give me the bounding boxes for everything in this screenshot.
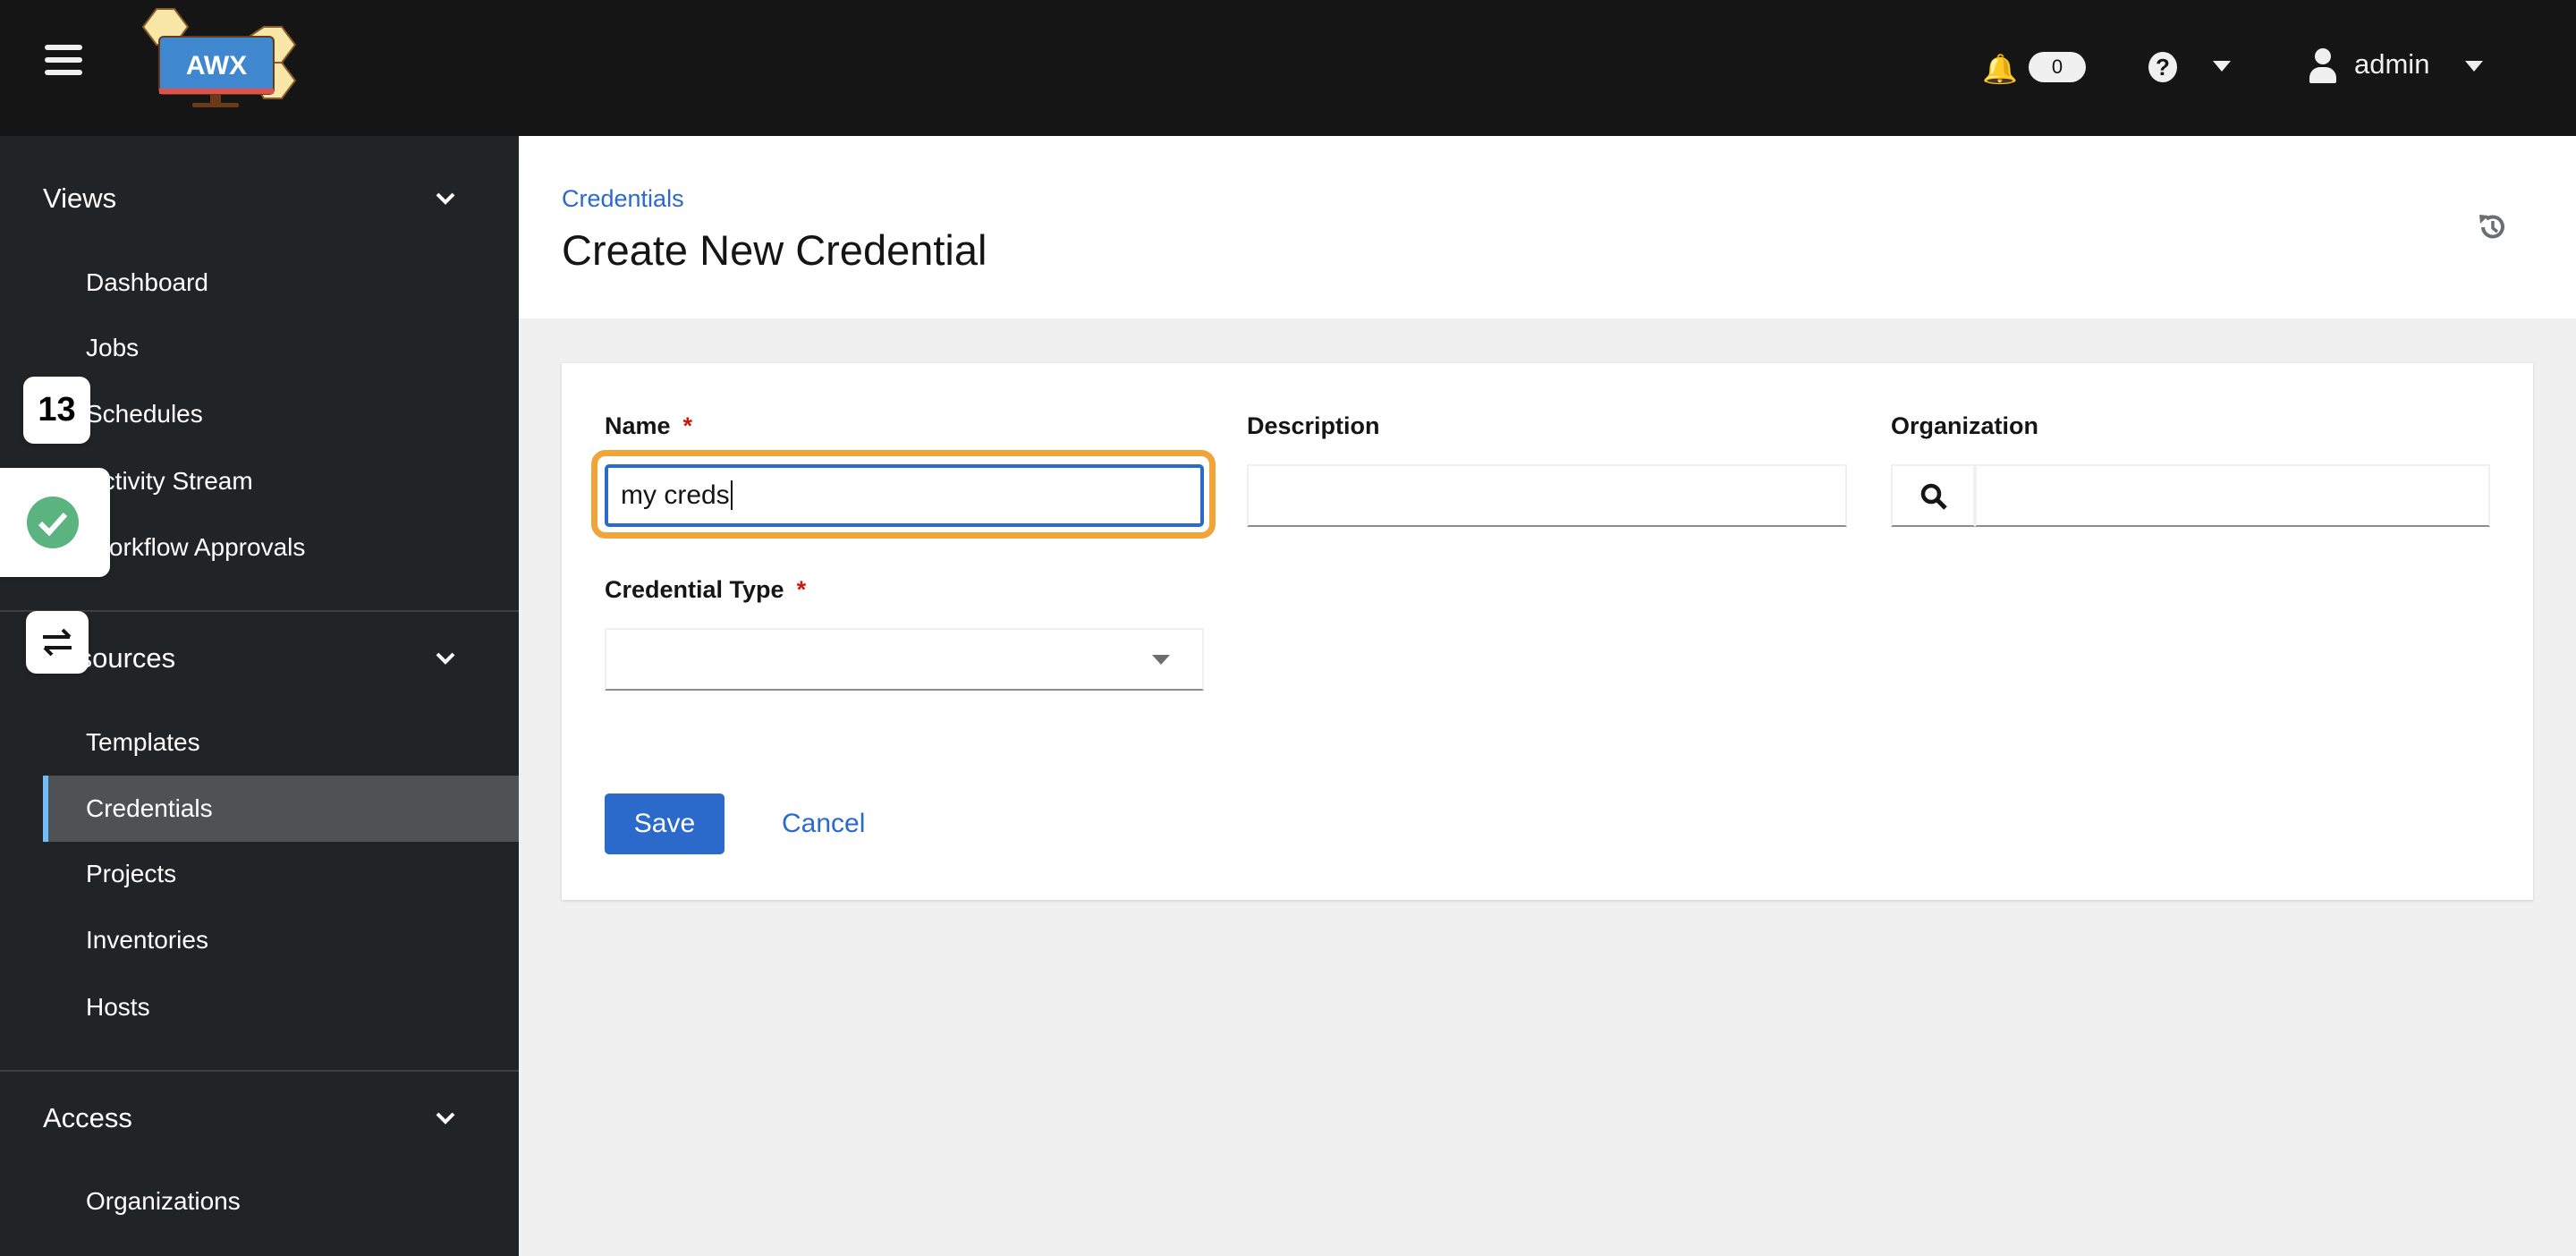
logo-text: AWX bbox=[186, 51, 247, 81]
notification-badge[interactable]: 0 bbox=[2029, 52, 2086, 82]
username[interactable]: admin bbox=[2354, 48, 2429, 81]
search-icon bbox=[1920, 483, 1947, 510]
breadcrumb-credentials[interactable]: Credentials bbox=[562, 185, 684, 213]
history-icon[interactable] bbox=[2476, 211, 2508, 243]
organization-input[interactable] bbox=[1975, 464, 2490, 527]
success-overlay[interactable] bbox=[0, 468, 110, 577]
save-button[interactable]: Save bbox=[605, 793, 724, 854]
credential-form-card: Name * my creds Description Organization … bbox=[562, 363, 2533, 900]
sidebar-nav: Views Dashboard Jobs Schedules Activity … bbox=[0, 136, 519, 1256]
user-icon[interactable] bbox=[2309, 48, 2336, 84]
sidebar-section-access[interactable]: Access bbox=[43, 1102, 132, 1134]
awx-logo[interactable]: AWX bbox=[125, 4, 313, 130]
organization-lookup-button[interactable] bbox=[1891, 464, 1975, 527]
top-bar: AWX 🔔 0 ? admin bbox=[0, 0, 2576, 136]
sidebar-item-schedules[interactable]: Schedules bbox=[86, 396, 203, 432]
sidebar-item-projects[interactable]: Projects bbox=[86, 856, 176, 892]
sidebar-item-activity-stream[interactable]: Activity Stream bbox=[86, 463, 253, 499]
organization-label: Organization bbox=[1891, 412, 2039, 439]
help-dropdown-caret-icon[interactable] bbox=[2213, 61, 2231, 72]
counter-overlay[interactable]: 13 bbox=[23, 377, 90, 444]
sidebar-section-views[interactable]: Views bbox=[43, 182, 116, 215]
hamburger-menu-icon[interactable] bbox=[45, 45, 82, 75]
swap-overlay[interactable] bbox=[26, 611, 89, 674]
sidebar-item-organizations[interactable]: Organizations bbox=[86, 1184, 241, 1219]
credential-type-label: Credential Type * bbox=[605, 576, 807, 603]
sidebar-item-credentials[interactable]: Credentials bbox=[86, 791, 213, 827]
chevron-down-icon[interactable] bbox=[433, 1106, 458, 1131]
sidebar-item-dashboard[interactable]: Dashboard bbox=[86, 265, 208, 301]
caret-down-icon bbox=[1152, 655, 1170, 665]
description-label: Description bbox=[1247, 412, 1380, 439]
name-input[interactable]: my creds bbox=[605, 464, 1204, 527]
sidebar-item-hosts[interactable]: Hosts bbox=[86, 989, 150, 1025]
sidebar-divider bbox=[0, 1070, 519, 1072]
name-label: Name * bbox=[605, 412, 693, 439]
help-icon[interactable]: ? bbox=[2148, 52, 2177, 82]
credential-type-select[interactable] bbox=[605, 628, 1204, 691]
description-input[interactable] bbox=[1247, 464, 1847, 527]
chevron-down-icon[interactable] bbox=[433, 186, 458, 211]
swap-arrows-icon bbox=[43, 628, 72, 657]
sidebar-item-workflow-approvals[interactable]: Workflow Approvals bbox=[86, 530, 305, 565]
page-title: Create New Credential bbox=[562, 226, 987, 274]
sidebar-item-templates[interactable]: Templates bbox=[86, 725, 200, 760]
page-header: Credentials Create New Credential bbox=[519, 136, 2576, 318]
check-circle-icon bbox=[27, 496, 79, 548]
sidebar-item-inventories[interactable]: Inventories bbox=[86, 922, 208, 958]
bell-icon[interactable]: 🔔 bbox=[1982, 52, 2018, 86]
cancel-button[interactable]: Cancel bbox=[782, 793, 865, 854]
sidebar-item-jobs[interactable]: Jobs bbox=[86, 330, 139, 366]
chevron-down-icon[interactable] bbox=[433, 646, 458, 671]
user-dropdown-caret-icon[interactable] bbox=[2465, 61, 2483, 72]
